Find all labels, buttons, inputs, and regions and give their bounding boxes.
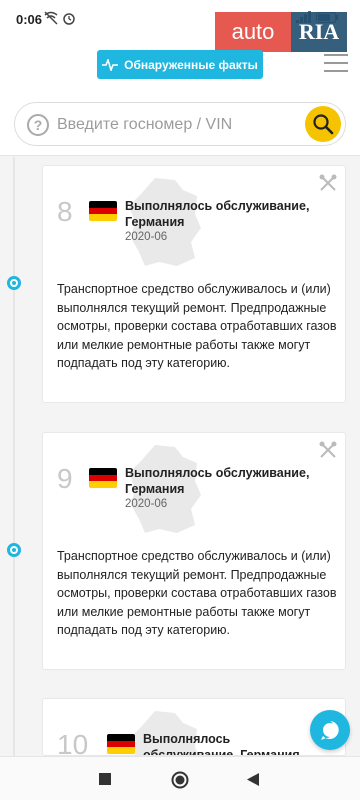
logo-auto-text: auto: [215, 12, 291, 52]
timeline-dot: [7, 276, 21, 290]
card-number: 8: [57, 196, 73, 227]
card-description: Транспортное средство обслуживалось и (и…: [57, 282, 337, 370]
germany-flag-icon: [89, 201, 117, 221]
recent-apps-icon[interactable]: [99, 773, 111, 785]
card-title: Выполнялось обслуживание, Германия: [125, 199, 310, 229]
alarm-icon: [63, 13, 75, 25]
germany-flag-icon: [107, 734, 135, 754]
system-nav-bar: [0, 756, 360, 800]
hamburger-menu-icon[interactable]: [324, 54, 348, 72]
search-icon: [313, 114, 334, 135]
tools-icon: [319, 174, 337, 191]
germany-flag-icon: [89, 468, 117, 488]
card-title: Выполнялось обслуживание, Германия: [143, 732, 300, 756]
search-box: ?: [14, 102, 346, 146]
chat-icon: [321, 721, 339, 740]
help-icon[interactable]: ?: [27, 114, 49, 136]
chat-button[interactable]: [310, 710, 350, 750]
card-title: Выполнялось обслуживание, Германия: [125, 466, 310, 496]
card-date: 2020-06: [125, 231, 168, 243]
search-area: ?: [0, 96, 360, 156]
home-icon[interactable]: [171, 771, 189, 789]
search-button[interactable]: [305, 106, 341, 142]
status-time: 0:06: [16, 12, 43, 27]
wifi-off-icon: [44, 11, 58, 25]
card-number: 9: [57, 463, 73, 494]
timeline-line: [13, 157, 15, 757]
header: auto RIA Обнаруженные факты: [0, 12, 360, 96]
back-icon[interactable]: [247, 773, 259, 786]
timeline-card: 10 Выполнялось обслуживание, Германия: [42, 698, 346, 756]
detected-facts-label: Обнаруженные факты: [124, 57, 258, 72]
card-date: 2020-06: [125, 498, 168, 510]
timeline-card: 9 Выполнялось обслуживание, Германия 202…: [42, 432, 346, 670]
pulse-icon: [102, 58, 119, 71]
timeline-dot: [7, 543, 21, 557]
timeline-card: 8 Выполнялось обслуживание, Германия 202…: [42, 165, 346, 403]
tools-icon: [319, 441, 337, 458]
auto-ria-logo[interactable]: auto RIA: [215, 12, 347, 52]
card-description: Транспортное средство обслуживалось и (и…: [57, 549, 337, 637]
logo-ria-text: RIA: [291, 12, 347, 52]
detected-facts-button[interactable]: Обнаруженные факты: [97, 50, 263, 79]
search-input[interactable]: [57, 111, 297, 139]
card-number: 10: [57, 729, 89, 756]
